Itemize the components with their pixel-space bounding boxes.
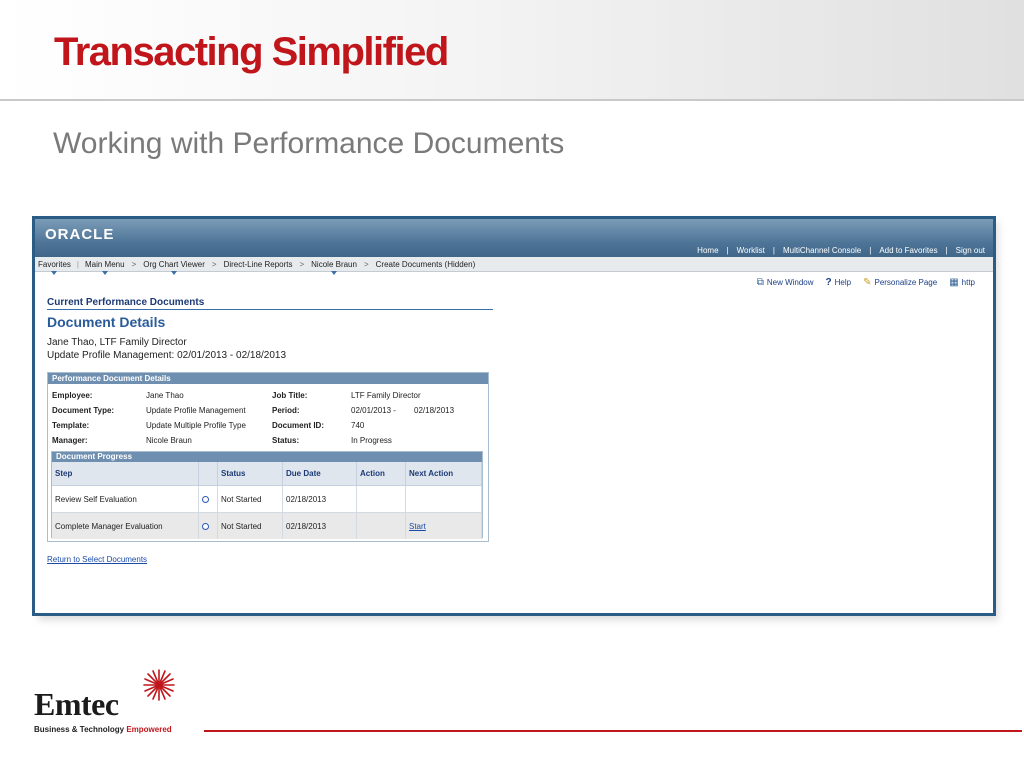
nav-separator: |: [772, 246, 775, 255]
section-divider: [47, 309, 493, 310]
job-title-value: LTF Family Director: [351, 391, 421, 400]
top-nav-links: Home | Worklist | MultiChannel Console |…: [697, 246, 985, 255]
radio-cell: [198, 485, 218, 513]
template-value: Update Multiple Profile Type: [146, 421, 246, 430]
footer-divider: [204, 730, 1022, 732]
document-id-value: 740: [351, 421, 365, 430]
job-title-label: Job Title:: [272, 391, 308, 400]
slide-title: Transacting Simplified: [54, 30, 449, 74]
panel-header: Performance Document Details: [48, 373, 488, 384]
radio-icon[interactable]: [202, 522, 209, 530]
performance-document-details-panel: Performance Document Details Employee: J…: [47, 372, 489, 542]
new-window-link[interactable]: ⧉ New Window: [757, 277, 814, 288]
step-cell: Review Self Evaluation: [52, 485, 199, 513]
emtec-star-icon: [143, 669, 175, 701]
document-type-value: Update Profile Management: [146, 406, 246, 415]
breadcrumb-create-documents[interactable]: Create Documents (Hidden): [373, 260, 479, 269]
column-header-step: Step: [52, 462, 199, 486]
tagline-accent: Empowered: [126, 725, 172, 734]
column-header-next-action: Next Action: [405, 462, 482, 486]
home-link[interactable]: Home: [697, 246, 718, 255]
status-cell: Not Started: [217, 512, 283, 539]
header-divider: [0, 99, 1024, 101]
table-row: Review Self Evaluation Not Started 02/18…: [52, 485, 482, 513]
radio-icon[interactable]: [202, 495, 209, 503]
next-action-cell: [405, 485, 482, 513]
personalize-page-label: Personalize Page: [874, 278, 938, 287]
breadcrumb-separator: |: [76, 259, 79, 269]
start-link[interactable]: Start: [409, 522, 426, 531]
breadcrumb: Favorites | Main Menu > Org Chart Viewer…: [35, 257, 993, 275]
period-start: 02/01/2013 -: [351, 406, 396, 415]
chevron-right-icon: >: [299, 259, 305, 269]
chevron-right-icon: >: [363, 259, 369, 269]
tagline-plain: Business & Technology: [34, 725, 127, 734]
worklist-link[interactable]: Worklist: [737, 246, 765, 255]
employee-label: Employee:: [52, 391, 93, 400]
document-type-label: Document Type:: [52, 406, 115, 415]
table-row: Complete Manager Evaluation Not Started …: [52, 512, 482, 539]
breadcrumb-main-menu[interactable]: Main Menu: [82, 260, 128, 275]
employee-summary: Jane Thao, LTF Family Director: [47, 337, 187, 348]
help-label: Help: [834, 278, 852, 287]
step-cell: Complete Manager Evaluation: [52, 512, 199, 539]
emtec-logo: Emtec: [34, 686, 119, 722]
personalize-icon: ✎: [863, 277, 872, 288]
next-action-cell: Start: [405, 512, 482, 539]
peoplesoft-screenshot: ORACLE Home | Worklist | MultiChannel Co…: [32, 216, 996, 616]
add-to-favorites-link[interactable]: Add to Favorites: [879, 246, 937, 255]
manager-label: Manager:: [52, 436, 88, 445]
personalize-page-link[interactable]: ✎ Personalize Page: [863, 277, 937, 288]
return-to-select-documents-link[interactable]: Return to Select Documents: [47, 555, 147, 564]
breadcrumb-nicole-braun[interactable]: Nicole Braun: [308, 260, 360, 275]
manager-value: Nicole Braun: [146, 436, 192, 445]
column-header-radio: [198, 462, 218, 486]
progress-table: Step Status Due Date Action Next Action …: [52, 462, 482, 539]
status-value: In Progress: [351, 436, 392, 445]
sign-out-link[interactable]: Sign out: [956, 246, 985, 255]
page-title: Document Details: [47, 314, 166, 330]
due-date-cell: 02/18/2013: [282, 485, 357, 513]
breadcrumb-org-chart-viewer[interactable]: Org Chart Viewer: [140, 260, 208, 275]
radio-cell: [198, 512, 218, 539]
nav-separator: |: [869, 246, 872, 255]
help-icon: ?: [825, 277, 832, 288]
grid-header: Document Progress: [52, 452, 482, 462]
chevron-right-icon: >: [131, 259, 137, 269]
section-title: Current Performance Documents: [47, 297, 205, 308]
multichannel-console-link[interactable]: MultiChannel Console: [783, 246, 861, 255]
new-window-label: New Window: [766, 278, 814, 287]
action-cell: [356, 485, 406, 513]
profile-summary: Update Profile Management: 02/01/2013 - …: [47, 350, 287, 361]
column-header-status: Status: [217, 462, 283, 486]
http-link[interactable]: ▦ http: [949, 277, 975, 288]
new-window-icon: ⧉: [756, 277, 764, 288]
oracle-header-bar: ORACLE Home | Worklist | MultiChannel Co…: [35, 219, 993, 257]
help-link[interactable]: ? Help: [826, 277, 852, 288]
breadcrumb-direct-line-reports[interactable]: Direct-Line Reports: [221, 260, 296, 269]
employee-value: Jane Thao: [146, 391, 184, 400]
nav-separator: |: [945, 246, 948, 255]
document-progress-grid: Document Progress Step Status Due Date A…: [51, 451, 483, 539]
slide-subtitle: Working with Performance Documents: [53, 127, 565, 160]
status-cell: Not Started: [217, 485, 283, 513]
status-label: Status:: [272, 436, 300, 445]
due-date-cell: 02/18/2013: [282, 512, 357, 539]
period-end: 02/18/2013: [414, 406, 455, 415]
table-header-row: Step Status Due Date Action Next Action: [52, 462, 482, 486]
document-id-label: Document ID:: [272, 421, 324, 430]
http-icon: ▦: [949, 277, 959, 288]
utility-links: ⧉ New Window ? Help ✎ Personalize Page ▦…: [745, 277, 975, 288]
action-cell: [356, 512, 406, 539]
chevron-right-icon: >: [211, 259, 217, 269]
column-header-due-date: Due Date: [282, 462, 357, 486]
breadcrumb-favorites[interactable]: Favorites: [35, 260, 74, 275]
emtec-tagline: Business & Technology Empowered: [34, 725, 172, 734]
oracle-logo: ORACLE: [45, 226, 115, 243]
nav-separator: |: [726, 246, 729, 255]
http-label: http: [961, 278, 975, 287]
template-label: Template:: [52, 421, 90, 430]
period-label: Period:: [272, 406, 300, 415]
column-header-action: Action: [356, 462, 406, 486]
